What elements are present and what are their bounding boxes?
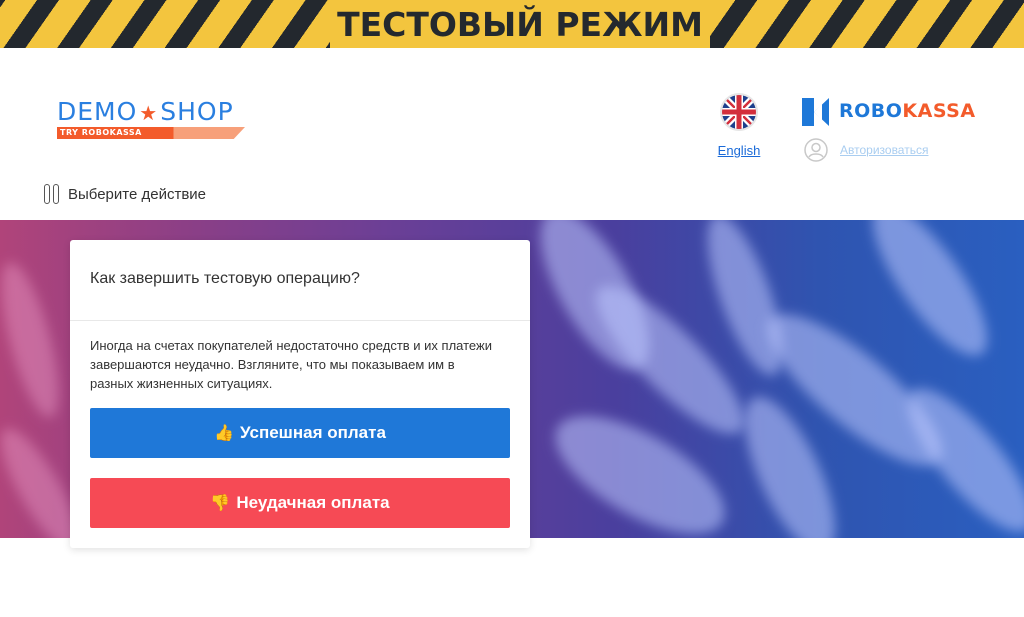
robokassa-wordmark-robo: ROBO [839,100,903,122]
page-header: DEMO ★SHOP TRY ROBOKASSA English ROBOKAS… [0,48,1024,220]
star-icon: ★ [139,101,159,125]
robokassa-logo: ROBOKASSA [802,98,982,126]
thumbs-up-icon: 👍 [214,425,234,442]
demo-shop-tagline: TRY ROBOKASSA [60,128,142,137]
user-icon[interactable] [804,138,828,162]
success-payment-button[interactable]: 👍 Успешная оплата [90,408,510,458]
test-mode-banner-label-box: ТЕСТОВЫЙ РЕЖИМ [330,0,710,48]
card-title: Как завершить тестовую операцию? [90,270,360,287]
robokassa-wordmark: ROBOKASSA [839,100,976,122]
login-link-group[interactable]: Авторизоваться [804,138,928,162]
test-operation-card: Как завершить тестовую операцию? Иногда … [70,240,530,548]
demo-shop-logo[interactable]: DEMO ★SHOP TRY ROBOKASSA [57,98,247,143]
test-mode-banner: ТЕСТОВЫЙ РЕЖИМ [0,0,1024,48]
robokassa-k-icon [802,98,829,126]
failed-payment-button[interactable]: 👎 Неудачная оплата [90,478,510,528]
pause-icon[interactable] [44,184,60,204]
uk-flag-icon[interactable] [720,93,758,131]
test-mode-banner-text: ТЕСТОВЫЙ РЕЖИМ [337,4,703,44]
failed-payment-label: Неудачная оплата [236,493,390,512]
card-description: Иногда на счетах покупателей недостаточн… [90,338,492,391]
action-menu-toggle[interactable]: Выберите действие [44,182,206,206]
login-link[interactable]: Авторизоваться [840,143,928,157]
action-menu-label[interactable]: Выберите действие [68,186,206,203]
language-link[interactable]: English [712,143,766,158]
language-switcher[interactable]: English [712,93,766,163]
thumbs-down-icon: 👎 [210,495,231,512]
robokassa-wordmark-kassa: KASSA [902,100,976,122]
success-payment-label: Успешная оплата [240,423,386,442]
demo-shop-logo-strip: TRY ROBOKASSA [57,127,245,139]
card-divider [70,320,530,321]
demo-shop-logo-text: DEMO ★SHOP [57,97,234,126]
